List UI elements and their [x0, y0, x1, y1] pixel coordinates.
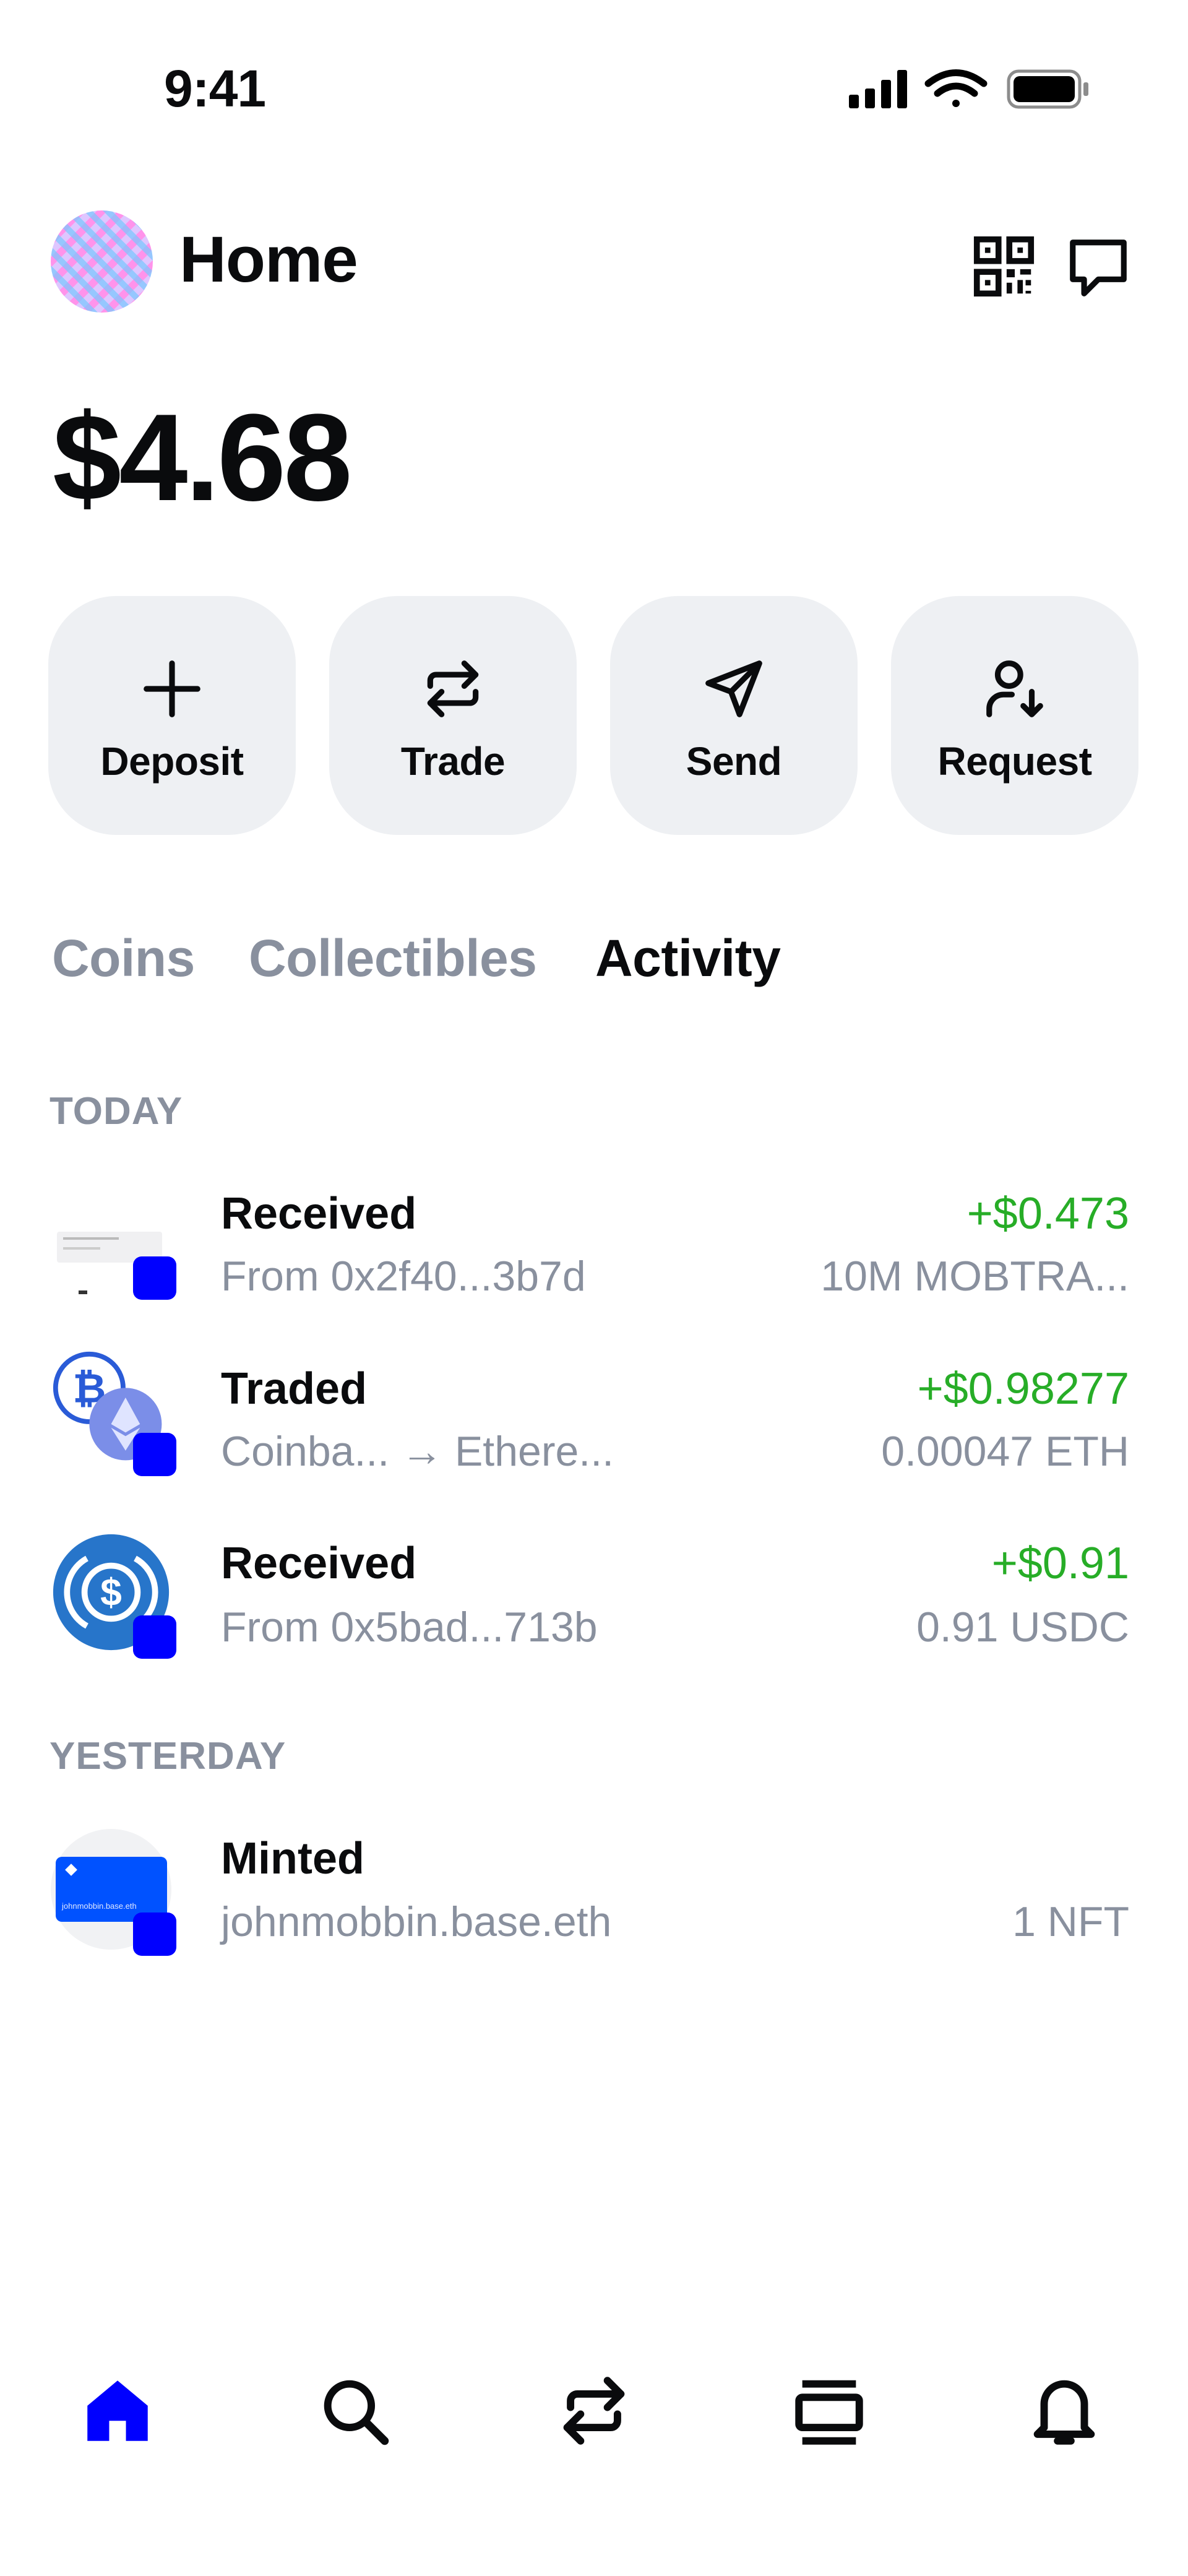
activity-row-received-2[interactable]	[0, 1516, 1188, 1683]
section-today: TODAY	[50, 1090, 183, 1133]
signal-icon	[849, 70, 907, 108]
balance-amount: $4.68	[53, 389, 352, 527]
browser-icon[interactable]	[789, 2371, 869, 2451]
battery-icon	[1007, 69, 1088, 109]
chat-icon[interactable]	[1064, 234, 1132, 302]
status-time: 9:41	[164, 59, 266, 118]
deposit-button[interactable]: Deposit	[48, 596, 296, 835]
section-yesterday: YESTERDAY	[50, 1735, 286, 1778]
swap-icon[interactable]	[554, 2371, 634, 2451]
deposit-label: Deposit	[100, 739, 244, 784]
tab-collectibles[interactable]: Collectibles	[249, 928, 537, 988]
trade-label: Trade	[400, 739, 506, 784]
activity-row-received-1[interactable]	[0, 1164, 1188, 1331]
activity-row-traded[interactable]	[0, 1337, 1188, 1510]
user-request-icon	[986, 660, 1043, 717]
trade-button[interactable]: Trade	[329, 596, 577, 835]
page-title: Home	[179, 223, 358, 296]
swap-icon	[427, 660, 479, 717]
bell-icon[interactable]	[1024, 2371, 1104, 2451]
activity-row-minted[interactable]	[0, 1813, 1188, 1981]
wifi-icon	[924, 69, 988, 107]
avatar[interactable]	[51, 210, 153, 313]
tab-activity[interactable]: Activity	[595, 928, 781, 988]
home-icon[interactable]	[77, 2371, 158, 2451]
qr-code-icon[interactable]	[971, 234, 1036, 299]
request-button[interactable]: Request	[891, 596, 1138, 835]
send-label: Send	[686, 739, 782, 784]
request-label: Request	[937, 739, 1093, 784]
send-button[interactable]: Send	[610, 596, 858, 835]
send-icon	[705, 660, 762, 717]
search-icon[interactable]	[314, 2371, 395, 2451]
tab-coins[interactable]: Coins	[52, 928, 195, 988]
status-icons	[849, 69, 1088, 109]
plus-icon	[144, 660, 200, 717]
